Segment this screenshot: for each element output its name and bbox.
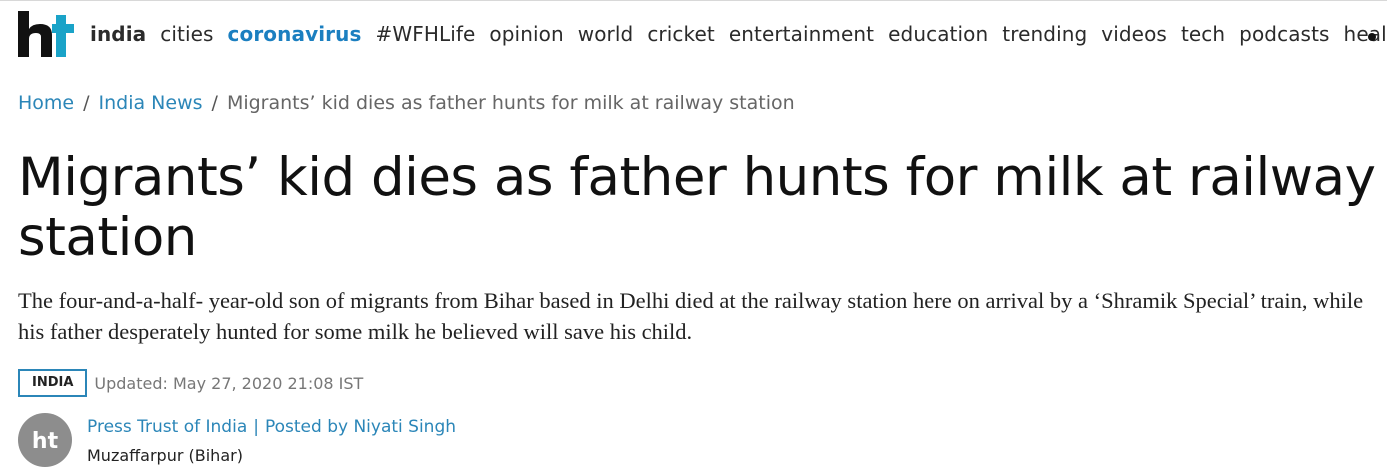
nav-item-cities[interactable]: cities xyxy=(160,22,213,46)
nav-item-trending[interactable]: trending xyxy=(1002,22,1087,46)
section-tag[interactable]: INDIA xyxy=(18,369,88,397)
nav-item-opinion[interactable]: opinion xyxy=(489,22,563,46)
nav-item-world[interactable]: world xyxy=(578,22,634,46)
ht-avatar-icon: ht xyxy=(32,429,59,454)
nav-item-education[interactable]: education xyxy=(888,22,988,46)
agency-link[interactable]: Press Trust of India xyxy=(87,417,247,437)
article-headline: Migrants’ kid dies as father hunts for m… xyxy=(18,147,1376,268)
breadcrumb-section-link[interactable]: India News xyxy=(99,92,203,114)
article-summary: The four-and-a-half- year-old son of mig… xyxy=(18,288,1364,344)
nav-item-india[interactable]: india xyxy=(90,22,146,46)
nav-item-wfhlife[interactable]: #WFHLife xyxy=(375,22,475,46)
breadcrumb-home-link[interactable]: Home xyxy=(18,92,74,114)
nav-item-entertainment[interactable]: entertainment xyxy=(729,22,874,46)
breadcrumb-separator: / xyxy=(211,92,218,114)
breadcrumb: Home / India News / Migrants’ kid dies as fa… xyxy=(18,92,795,114)
svg-text:ht: ht xyxy=(32,429,59,454)
updated-timestamp: Updated: May 27, 2020 21:08 IST xyxy=(94,373,364,393)
nav-items: india cities coronavirus #WFHLife opinion wor… xyxy=(90,22,1387,46)
byline-separator: | xyxy=(253,417,259,437)
top-divider xyxy=(0,0,1387,1)
nav-item-health[interactable]: health xyxy=(1344,22,1387,46)
nav-item-cricket[interactable]: cricket xyxy=(647,22,715,46)
posted-by-link[interactable]: Posted by Niyati Singh xyxy=(265,417,456,437)
author-avatar[interactable]: ht xyxy=(18,413,72,467)
nav-item-tech[interactable]: tech xyxy=(1181,22,1225,46)
dateline-location: Muzaffarpur (Bihar) xyxy=(87,446,243,465)
nav-item-podcasts[interactable]: podcasts xyxy=(1239,22,1329,46)
more-dot-icon[interactable] xyxy=(1368,33,1376,41)
breadcrumb-separator: / xyxy=(83,92,90,114)
ht-logo[interactable] xyxy=(18,11,76,57)
article-meta: INDIA Updated: May 27, 2020 21:08 IST xyxy=(18,369,363,397)
nav-item-videos[interactable]: videos xyxy=(1101,22,1167,46)
byline: Press Trust of India | Posted by Niyati Si… xyxy=(87,417,456,437)
top-nav: india cities coronavirus #WFHLife opinion wor… xyxy=(18,10,1387,58)
breadcrumb-current: Migrants’ kid dies as father hunts for m… xyxy=(226,92,795,114)
nav-item-coronavirus[interactable]: coronavirus xyxy=(228,22,362,46)
